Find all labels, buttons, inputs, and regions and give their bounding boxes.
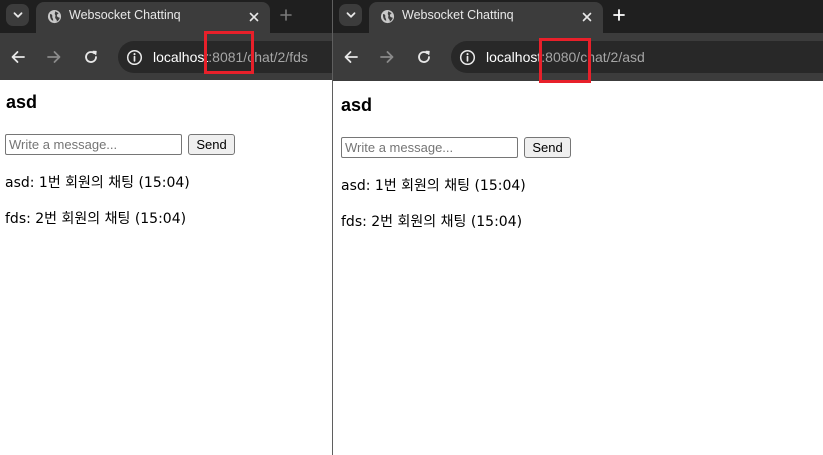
- page-title: asd: [341, 95, 373, 115]
- browser-toolbar: localhost:8081/chat/2/fds: [0, 33, 332, 80]
- chat-message: asd: 1번 회원의 채팅 (15:04): [341, 178, 526, 194]
- address-bar[interactable]: localhost:8081/chat/2/fds: [118, 41, 332, 73]
- reload-button[interactable]: [413, 46, 435, 68]
- url-path: :8080/chat/2/asd: [541, 49, 645, 65]
- back-button[interactable]: [7, 46, 29, 68]
- tab-close-button[interactable]: [578, 8, 596, 26]
- reload-button[interactable]: [80, 46, 102, 68]
- tab-strip: Websocket Chattinq: [0, 0, 332, 33]
- info-icon[interactable]: [126, 49, 143, 66]
- reload-icon: [418, 50, 430, 63]
- browser-window-right: Websocket Chattinq localhost:8080/chat/2…: [333, 0, 823, 455]
- forward-button[interactable]: [376, 46, 398, 68]
- close-icon: [249, 12, 259, 22]
- tab-title: Websocket Chattinq: [402, 8, 514, 22]
- info-icon[interactable]: [459, 49, 476, 66]
- chevron-down-icon: [13, 12, 22, 18]
- plus-icon: [613, 9, 625, 21]
- browser-window-left: Websocket Chattinq localhost:8081/chat/2…: [0, 0, 332, 455]
- url-path: :8081/chat/2/fds: [208, 49, 308, 65]
- page-title: asd: [6, 92, 38, 112]
- message-input[interactable]: [5, 134, 182, 155]
- url-text: localhost:8081/chat/2/fds: [153, 49, 308, 65]
- plus-icon: [280, 9, 292, 21]
- chat-message: fds: 2번 회원의 채팅 (15:04): [5, 211, 187, 227]
- tab-close-button[interactable]: [245, 8, 263, 26]
- chevron-down-icon: [346, 12, 355, 18]
- tab-active[interactable]: Websocket Chattinq: [36, 2, 270, 33]
- reload-icon: [85, 50, 97, 63]
- new-tab-button[interactable]: [608, 4, 630, 26]
- arrow-right-icon: [47, 51, 61, 63]
- url-host: localhost: [153, 49, 209, 65]
- message-input[interactable]: [341, 137, 518, 158]
- tab-search-button[interactable]: [6, 4, 29, 26]
- arrow-left-icon: [344, 51, 358, 63]
- page-content: asd Send asd: 1번 회원의 채팅 (15:04) fds: 2번 …: [333, 81, 823, 455]
- arrow-left-icon: [11, 51, 25, 63]
- globe-icon: [380, 9, 395, 24]
- send-button[interactable]: Send: [524, 137, 571, 158]
- close-icon: [582, 12, 592, 22]
- tab-search-button[interactable]: [339, 4, 362, 26]
- chat-message: fds: 2번 회원의 채팅 (15:04): [341, 214, 523, 230]
- chat-message: asd: 1번 회원의 채팅 (15:04): [5, 175, 190, 191]
- tab-active[interactable]: Websocket Chattinq: [369, 2, 603, 33]
- globe-icon: [47, 9, 62, 24]
- address-bar[interactable]: localhost:8080/chat/2/asd: [451, 41, 823, 73]
- back-button[interactable]: [340, 46, 362, 68]
- arrow-right-icon: [380, 51, 394, 63]
- browser-toolbar: localhost:8080/chat/2/asd: [333, 33, 823, 81]
- page-content: asd Send asd: 1번 회원의 채팅 (15:04) fds: 2번 …: [0, 80, 332, 455]
- tab-strip: Websocket Chattinq: [333, 0, 823, 33]
- tab-title: Websocket Chattinq: [69, 8, 181, 22]
- url-text: localhost:8080/chat/2/asd: [486, 49, 645, 65]
- forward-button[interactable]: [43, 46, 65, 68]
- send-button[interactable]: Send: [188, 134, 235, 155]
- new-tab-button[interactable]: [275, 4, 297, 26]
- url-host: localhost: [486, 49, 542, 65]
